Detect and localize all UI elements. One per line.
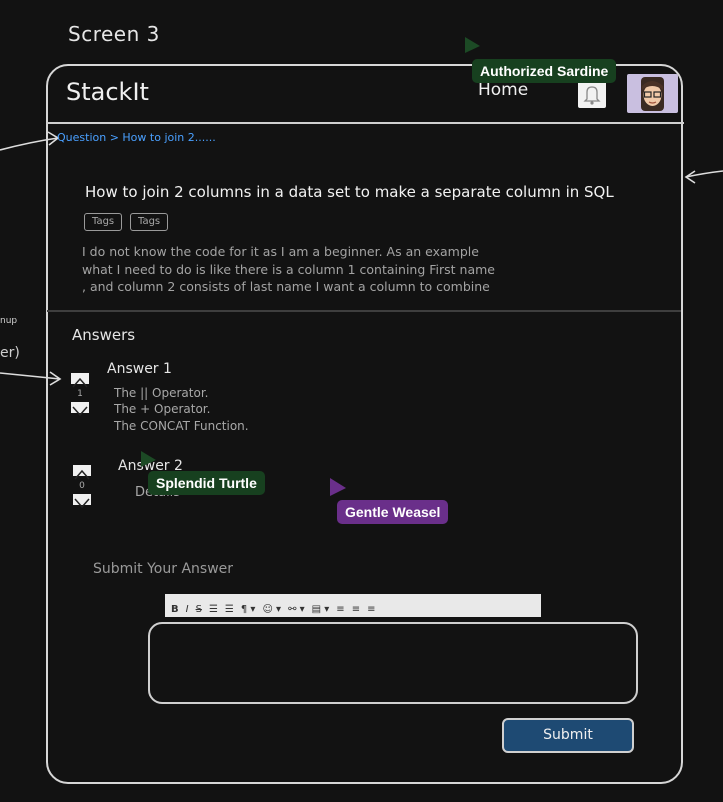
bullet-list-button[interactable]: ☰ — [225, 604, 234, 615]
cursor-label: Gentle Weasel — [337, 500, 449, 524]
cursor-pointer-icon — [141, 451, 156, 467]
strikethrough-button[interactable]: S — [196, 604, 202, 615]
upvote-button[interactable] — [71, 373, 89, 388]
downvote-button[interactable] — [71, 402, 89, 417]
side-annotation: nup — [0, 316, 18, 326]
annotation-arrow — [684, 170, 723, 184]
vote-count: 1 — [77, 389, 83, 399]
answer-line: The || Operator. — [114, 386, 209, 400]
vote-count: 0 — [79, 481, 85, 491]
upvote-button[interactable] — [73, 465, 91, 480]
insert-dropdown[interactable]: ▤ ▾ — [312, 604, 330, 615]
question-title: How to join 2 columns in a data set to m… — [85, 183, 614, 201]
cursor-label: Splendid Turtle — [148, 471, 265, 495]
description-line: I do not know the code for it as I am a … — [82, 244, 479, 259]
cursor-label: Authorized Sardine — [472, 59, 617, 83]
answer-line: The CONCAT Function. — [114, 419, 249, 433]
align-right-button[interactable]: ≡ — [367, 604, 375, 615]
cursor-pointer-icon — [465, 37, 480, 53]
bold-button[interactable]: B — [171, 604, 179, 615]
italic-button[interactable]: I — [186, 604, 189, 615]
cursor-pointer-icon — [330, 478, 346, 496]
align-left-button[interactable]: ≡ — [336, 604, 344, 615]
description-line: what I need to do is like there is a col… — [82, 261, 495, 277]
submit-button[interactable]: Submit — [502, 718, 634, 753]
home-link[interactable]: Home — [478, 80, 528, 100]
bell-icon[interactable] — [578, 80, 606, 108]
link-dropdown[interactable]: ⚯ ▾ — [288, 604, 305, 615]
align-center-button[interactable]: ≡ — [352, 604, 360, 615]
editor-toolbar: B I S ☰ ☰ ¶ ▾ ☺ ▾ ⚯ ▾ ▤ ▾ ≡ ≡ ≡ — [165, 594, 541, 617]
section-divider — [47, 310, 681, 312]
breadcrumb[interactable]: Question > How to join 2...... — [57, 131, 216, 144]
description-line: , and column 2 consists of last name I w… — [82, 279, 490, 294]
submit-answer-heading: Submit Your Answer — [93, 561, 234, 577]
answer-line: The + Operator. — [114, 402, 211, 416]
question-tag[interactable]: Tags — [130, 213, 169, 231]
paragraph-dropdown[interactable]: ¶ ▾ — [241, 604, 256, 615]
question-description: I do not know the code for it as I am a … — [82, 243, 552, 296]
downvote-button[interactable] — [73, 494, 91, 509]
answer-title: Answer 1 — [107, 361, 172, 377]
numbered-list-button[interactable]: ☰ — [209, 604, 218, 615]
answer-editor[interactable] — [148, 622, 638, 704]
side-annotation: er) — [0, 345, 20, 361]
emoji-dropdown[interactable]: ☺ ▾ — [262, 604, 281, 615]
question-tag[interactable]: Tags — [84, 213, 123, 231]
app-logo[interactable]: StackIt — [66, 78, 149, 106]
screen-label: Screen 3 — [68, 22, 160, 46]
answers-heading: Answers — [72, 326, 136, 344]
avatar[interactable] — [627, 74, 678, 113]
header-divider — [47, 122, 684, 124]
